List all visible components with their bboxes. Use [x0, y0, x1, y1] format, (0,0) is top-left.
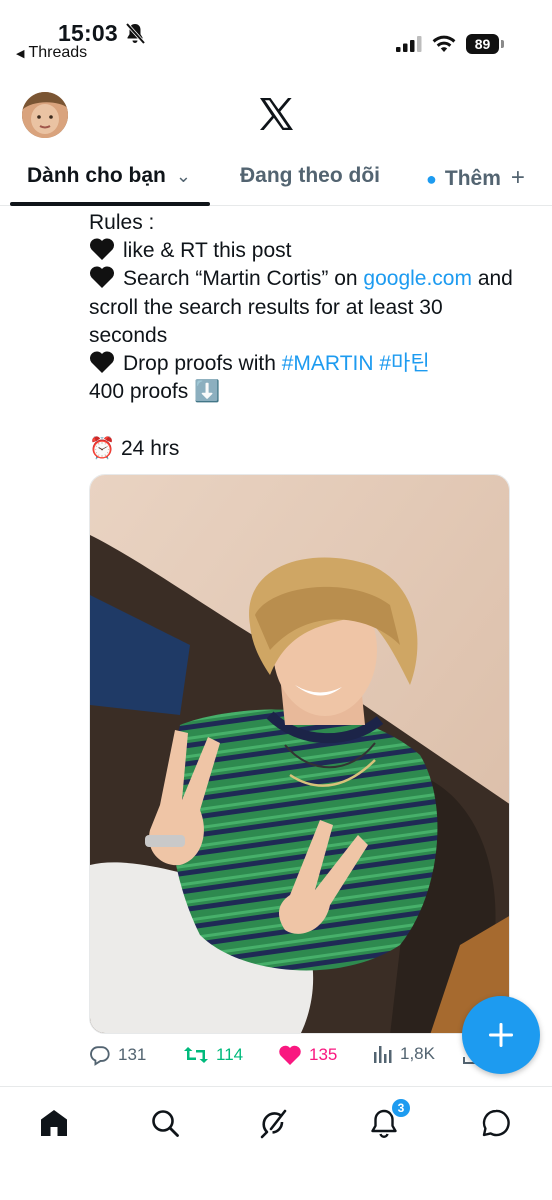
new-dot-icon: ●	[426, 169, 437, 189]
rules-heading: Rules :	[89, 211, 155, 234]
app-screen: 15:03 ◀ Threads 89 Dành cho bạn ⌄ Đang t…	[0, 0, 552, 1200]
battery-level: 89	[466, 34, 499, 54]
chevron-down-icon[interactable]: ⌄	[176, 166, 191, 187]
rule-item: like & RT this post	[89, 237, 549, 265]
add-tab-plus-icon[interactable]: +	[511, 164, 525, 191]
battery-indicator: 89	[466, 34, 504, 54]
tweet-text: Rules : like & RT this post Search “Mart…	[89, 209, 549, 463]
tab-more-label: Thêm	[444, 167, 501, 190]
photo-person-peace-sign-icon	[90, 475, 509, 1033]
hashtags-link[interactable]: #MARTIN #마틴	[282, 352, 430, 375]
repost-button[interactable]: 114	[183, 1044, 243, 1066]
google-link[interactable]: google.com	[363, 267, 472, 290]
cellular-signal-icon	[396, 36, 422, 52]
reply-icon	[90, 1046, 110, 1066]
rule-1-text: like & RT this post	[123, 239, 292, 263]
heart-filled-icon	[279, 1045, 301, 1065]
black-heart-icon	[89, 237, 115, 265]
tweet-photo[interactable]	[89, 474, 510, 1034]
notification-badge: 3	[390, 1097, 412, 1119]
rule-2-continuation: seconds	[89, 323, 168, 347]
home-icon	[41, 1110, 67, 1136]
battery-cap	[501, 40, 504, 48]
nav-home[interactable]	[34, 1103, 74, 1143]
proofs-line: 400 proofs ⬇️	[89, 378, 549, 406]
bottom-navigation: 3	[0, 1086, 552, 1200]
rule-2-text: Search “Martin Cortis” on	[123, 267, 364, 291]
nav-messages[interactable]	[476, 1103, 516, 1143]
nav-search[interactable]	[145, 1103, 185, 1143]
rule-2-continuation: scroll the search results for at least 3…	[89, 295, 443, 319]
back-app-label: Threads	[28, 44, 88, 61]
reply-count: 131	[118, 1045, 147, 1064]
down-arrow-emoji-icon: ⬇️	[194, 380, 221, 404]
reply-button[interactable]: 131	[89, 1044, 146, 1066]
tab-for-you[interactable]: Dành cho bạn ⌄	[27, 164, 191, 188]
plus-icon	[489, 1023, 513, 1047]
search-icon	[152, 1110, 179, 1137]
rule-item: Search “Martin Cortis” on google.com and	[89, 265, 549, 293]
rule-item: Drop proofs with #MARTIN #마틴	[89, 350, 549, 378]
black-heart-icon	[89, 265, 115, 293]
wifi-icon	[432, 35, 456, 52]
tab-following[interactable]: Đang theo dõi	[240, 164, 380, 188]
back-to-app-link[interactable]: ◀ Threads	[16, 44, 87, 62]
tab-more[interactable]: ● Thêm +	[426, 164, 525, 192]
active-tab-indicator	[10, 202, 210, 206]
like-button[interactable]: 135	[278, 1044, 337, 1066]
timer-line: ⏰ 24 hrs	[89, 435, 549, 463]
x-logo-icon[interactable]	[258, 96, 294, 132]
message-bubble-icon	[482, 1109, 510, 1137]
compose-post-button[interactable]	[462, 996, 540, 1074]
views-chart-icon	[374, 1046, 392, 1063]
timer-text: 24 hrs	[121, 436, 180, 460]
rule-2-suffix: and	[471, 267, 513, 291]
like-count: 135	[309, 1045, 338, 1064]
proofs-text: 400 proofs	[89, 380, 189, 404]
back-triangle-icon: ◀	[16, 47, 25, 60]
grok-icon	[260, 1109, 287, 1139]
views-count: 1,8K	[400, 1044, 435, 1063]
bell-muted-icon	[125, 22, 146, 45]
alarm-clock-emoji-icon: ⏰	[89, 436, 116, 460]
nav-grok[interactable]	[254, 1103, 294, 1143]
status-time: 15:03	[58, 20, 118, 46]
timeline-tabs: Dành cho bạn ⌄ Đang theo dõi ● Thêm +	[0, 150, 552, 206]
rule-3-text: Drop proofs with	[123, 352, 282, 376]
repost-icon	[184, 1047, 208, 1063]
profile-avatar[interactable]	[22, 92, 68, 138]
tab-for-you-label: Dành cho bạn	[27, 164, 166, 187]
avatar-face-icon	[22, 92, 68, 138]
views-button[interactable]: 1,8K	[373, 1044, 435, 1064]
black-heart-icon	[89, 350, 115, 378]
status-bar: 15:03 ◀ Threads 89	[0, 0, 552, 68]
repost-count: 114	[216, 1045, 244, 1064]
